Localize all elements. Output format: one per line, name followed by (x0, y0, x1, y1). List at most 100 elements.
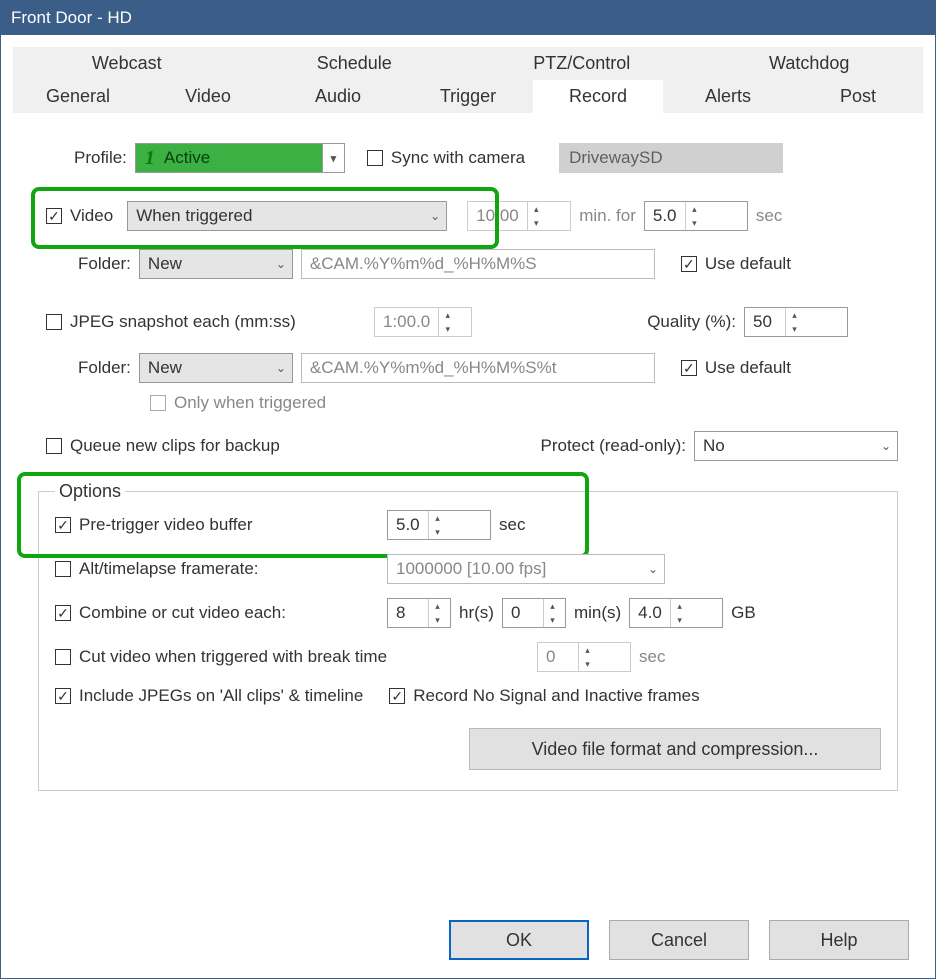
spinner-arrows[interactable]: ▴▾ (428, 511, 446, 539)
combine-hrs-spinner[interactable]: 8 ▴▾ (387, 598, 451, 628)
spinner-arrows[interactable]: ▴▾ (670, 599, 688, 627)
chevron-down-icon: ⌄ (648, 562, 658, 576)
video-mode-select[interactable]: When triggered ⌄ (127, 201, 447, 231)
camera-value: DrivewaySD (569, 148, 663, 168)
help-button[interactable]: Help (769, 920, 909, 960)
camera-select: DrivewaySD (559, 143, 783, 173)
folder1-default-label: Use default (705, 254, 791, 274)
folder2-default-label: Use default (705, 358, 791, 378)
min-for-label: min. for (579, 206, 636, 226)
combine-gb-spinner[interactable]: 4.0 ▴▾ (629, 598, 723, 628)
video-format-button[interactable]: Video file format and compression... (469, 728, 881, 770)
record-nosignal-checkbox[interactable]: ✓ (389, 688, 405, 704)
protect-value: No (703, 436, 725, 456)
sync-camera-checkbox[interactable] (367, 150, 383, 166)
only-triggered-checkbox (150, 395, 166, 411)
chevron-down-icon: ⌄ (276, 257, 286, 271)
ok-button[interactable]: OK (449, 920, 589, 960)
cut-break-label: Cut video when triggered with break time (79, 647, 529, 667)
cut-break-unit: sec (639, 647, 665, 667)
video-mode-value: When triggered (136, 206, 252, 226)
pretrigger-label: Pre-trigger video buffer (79, 515, 379, 535)
record-nosignal-label: Record No Signal and Inactive frames (413, 686, 699, 706)
dialog-footer: OK Cancel Help (13, 902, 923, 978)
folder2-pattern-input: &CAM.%Y%m%d_%H%M%S%t (301, 353, 655, 383)
alt-framerate-checkbox[interactable] (55, 561, 71, 577)
sync-camera-label: Sync with camera (391, 148, 525, 168)
spinner-arrows: ▴▾ (578, 643, 596, 671)
protect-select[interactable]: No ⌄ (694, 431, 898, 461)
profile-select[interactable]: 1 Active ▾ (135, 143, 345, 173)
spinner-arrows[interactable]: ▴▾ (428, 599, 446, 627)
spinner-arrows[interactable]: ▴▾ (785, 308, 803, 336)
folder1-pattern-input: &CAM.%Y%m%d_%H%M%S (301, 249, 655, 279)
tab-schedule[interactable]: Schedule (241, 47, 469, 80)
cut-break-value: 0 (538, 643, 578, 671)
spinner-arrows[interactable]: ▴▾ (543, 599, 561, 627)
quality-label: Quality (%): (647, 312, 736, 332)
video-duration-value: 5.0 (645, 202, 685, 230)
content-area: Webcast Schedule PTZ/Control Watchdog Ge… (1, 35, 935, 978)
quality-value: 50 (745, 308, 785, 336)
folder1-default-checkbox[interactable]: ✓ (681, 256, 697, 272)
alt-framerate-select: 1000000 [10.00 fps] ⌄ (387, 554, 665, 584)
tab-video[interactable]: Video (143, 80, 273, 113)
combine-hrs-value: 8 (388, 599, 428, 627)
chevron-down-icon: ▾ (322, 144, 344, 172)
tab-general[interactable]: General (13, 80, 143, 113)
video-format-button-label: Video file format and compression... (532, 739, 819, 760)
folder2-select[interactable]: New ⌄ (139, 353, 293, 383)
pretrigger-spinner[interactable]: 5.0 ▴▾ (387, 510, 491, 540)
folder1-label: Folder: (78, 254, 131, 274)
tab-watchdog[interactable]: Watchdog (696, 47, 924, 80)
tab-trigger[interactable]: Trigger (403, 80, 533, 113)
profile-value: Active (164, 148, 210, 168)
combine-label: Combine or cut video each: (79, 603, 379, 623)
queue-backup-label: Queue new clips for backup (70, 436, 280, 456)
folder2-default-checkbox[interactable]: ✓ (681, 360, 697, 376)
spinner-arrows: ▴▾ (527, 202, 545, 230)
gb-unit: GB (731, 603, 756, 623)
chevron-down-icon: ⌄ (430, 209, 440, 223)
folder1-select[interactable]: New ⌄ (139, 249, 293, 279)
tab-post[interactable]: Post (793, 80, 923, 113)
pretrigger-unit: sec (499, 515, 525, 535)
pretrigger-checkbox[interactable]: ✓ (55, 517, 71, 533)
combine-mins-spinner[interactable]: 0 ▴▾ (502, 598, 566, 628)
hrs-unit: hr(s) (459, 603, 494, 623)
titlebar[interactable]: Front Door - HD (1, 1, 935, 35)
profile-number: 1 (136, 147, 164, 170)
cancel-button[interactable]: Cancel (609, 920, 749, 960)
tabs-row-bottom: General Video Audio Trigger Record Alert… (13, 80, 923, 113)
window-title: Front Door - HD (11, 8, 132, 28)
only-triggered-label: Only when triggered (174, 393, 326, 413)
chevron-down-icon: ⌄ (276, 361, 286, 375)
combine-checkbox[interactable]: ✓ (55, 605, 71, 621)
cut-break-checkbox[interactable] (55, 649, 71, 665)
tab-audio[interactable]: Audio (273, 80, 403, 113)
mins-unit: min(s) (574, 603, 621, 623)
combine-gb-value: 4.0 (630, 599, 670, 627)
tab-ptz-control[interactable]: PTZ/Control (468, 47, 696, 80)
jpeg-interval-spinner: 1:00.0 ▴▾ (374, 307, 472, 337)
queue-backup-checkbox[interactable] (46, 438, 62, 454)
tab-webcast[interactable]: Webcast (13, 47, 241, 80)
dialog-window: Front Door - HD Webcast Schedule PTZ/Con… (0, 0, 936, 979)
tab-record[interactable]: Record (533, 80, 663, 113)
spinner-arrows[interactable]: ▴▾ (685, 202, 703, 230)
jpeg-label: JPEG snapshot each (mm:ss) (70, 312, 366, 332)
jpeg-checkbox[interactable] (46, 314, 62, 330)
tabs-row-top: Webcast Schedule PTZ/Control Watchdog (13, 47, 923, 80)
video-time-spinner: 10:00 ▴▾ (467, 201, 571, 231)
tab-alerts[interactable]: Alerts (663, 80, 793, 113)
quality-spinner[interactable]: 50 ▴▾ (744, 307, 848, 337)
record-tab-body: Profile: 1 Active ▾ Sync with camera Dri… (13, 113, 923, 902)
video-duration-spinner[interactable]: 5.0 ▴▾ (644, 201, 748, 231)
cut-break-spinner: 0 ▴▾ (537, 642, 631, 672)
alt-framerate-value: 1000000 [10.00 fps] (396, 559, 546, 579)
spinner-arrows: ▴▾ (438, 308, 456, 336)
include-jpegs-checkbox[interactable]: ✓ (55, 688, 71, 704)
protect-label: Protect (read-only): (541, 436, 687, 456)
video-label: Video (70, 206, 113, 226)
video-checkbox[interactable]: ✓ (46, 208, 62, 224)
